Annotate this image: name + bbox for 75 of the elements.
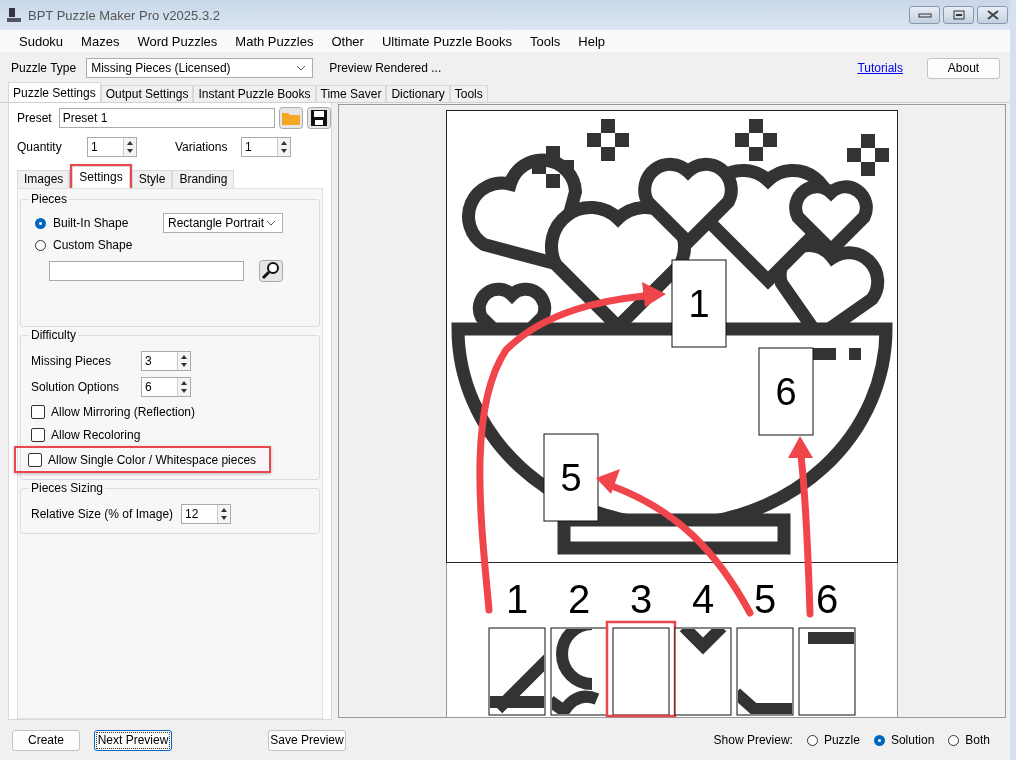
menu-item[interactable]: Word Puzzles: [128, 33, 227, 49]
number-spinner[interactable]: 1: [241, 137, 291, 157]
checkbox[interactable]: Allow Mirroring (Reflection): [31, 400, 311, 423]
menu-item[interactable]: Help: [569, 33, 615, 49]
close-button[interactable]: [977, 6, 1008, 24]
search-icon[interactable]: [259, 260, 283, 282]
puzzle-type-dropdown[interactable]: Missing Pieces (Licensed): [86, 58, 314, 78]
maximize-button[interactable]: [943, 6, 974, 24]
close-icon: [985, 10, 1000, 20]
variations-label: Variations: [175, 140, 229, 154]
menu-item[interactable]: Ultimate Puzzle Books: [372, 33, 521, 49]
group-title: Pieces: [29, 192, 70, 206]
tab[interactable]: Dictionary: [386, 85, 450, 102]
group-title: Pieces Sizing: [29, 481, 106, 495]
puzzle-type-label: Puzzle Type: [11, 61, 77, 75]
menu-item[interactable]: Sudoku: [10, 33, 73, 49]
tab[interactable]: Settings: [72, 166, 130, 188]
setting-label: Solution Options: [31, 380, 121, 394]
create-button[interactable]: Create: [12, 729, 80, 751]
number-spinner[interactable]: 3: [141, 351, 191, 371]
maximize-icon: [951, 10, 966, 20]
app-icon: [6, 7, 22, 23]
tab[interactable]: Instant Puzzle Books: [193, 85, 316, 102]
save-icon[interactable]: [307, 107, 331, 129]
option-number: 4: [691, 577, 715, 621]
option-number: 2: [567, 577, 591, 621]
option-number: 3: [629, 577, 653, 621]
save-preview-button[interactable]: Save Preview: [268, 729, 346, 751]
piece-fragment-drawing: [808, 632, 854, 644]
minimize-icon: [917, 11, 932, 19]
tab[interactable]: Tools: [449, 85, 488, 102]
piece-fragment-drawing: [738, 688, 792, 714]
tab[interactable]: Images: [17, 170, 71, 188]
next-preview-button[interactable]: Next Preview: [94, 729, 172, 751]
option-number: 6: [815, 577, 839, 621]
window-title: BPT Puzzle Maker Pro v2025.3.2: [28, 7, 220, 23]
setting-label: Missing Pieces: [31, 354, 113, 368]
preset-field[interactable]: Preset 1: [58, 108, 275, 128]
group-title: Difficulty: [29, 328, 79, 342]
shape-dropdown[interactable]: Rectangle Portrait: [163, 213, 283, 233]
quantity-label: Quantity: [17, 140, 63, 154]
number-spinner[interactable]: 6: [141, 377, 191, 397]
piece-number: 5: [560, 457, 582, 499]
checkbox[interactable]: Allow Single Color / Whitespace pieces: [28, 448, 269, 471]
checkbox[interactable]: Allow Recoloring: [31, 423, 311, 446]
option-number: 1: [505, 577, 529, 621]
menu-item[interactable]: Tools: [521, 33, 570, 49]
caret-icon: [296, 65, 307, 71]
caret-icon: [266, 220, 276, 226]
tutorials-link[interactable]: Tutorials: [857, 61, 903, 75]
radio-button[interactable]: Both: [948, 729, 990, 751]
tab[interactable]: Output Settings: [100, 85, 194, 102]
radio-button[interactable]: Puzzle: [806, 729, 860, 751]
option-number: 5: [753, 577, 777, 621]
piece-number: 6: [775, 371, 797, 413]
status-text: Preview Rendered ...: [329, 61, 442, 75]
menu-item[interactable]: Math Puzzles: [226, 33, 323, 49]
tab[interactable]: Style: [131, 170, 173, 188]
tab[interactable]: Time Saver: [315, 85, 387, 102]
number-spinner[interactable]: 1: [87, 137, 137, 157]
radio-button[interactable]: Built-In Shape: [35, 212, 129, 234]
show-preview-label: Show Preview:: [713, 733, 793, 747]
radio-button[interactable]: Custom Shape: [35, 234, 311, 256]
custom-shape-field[interactable]: [49, 261, 244, 281]
setting-label: Relative Size (% of Image): [31, 507, 174, 521]
tab[interactable]: Puzzle Settings: [8, 82, 101, 102]
piece-fragment-drawing: [679, 629, 727, 655]
piece-number: 1: [688, 283, 710, 325]
tab[interactable]: Branding: [172, 170, 235, 188]
menu-item[interactable]: Mazes: [72, 33, 129, 49]
number-spinner[interactable]: 12: [181, 504, 232, 524]
menu-item[interactable]: Other: [322, 33, 373, 49]
radio-button[interactable]: Solution: [873, 729, 935, 751]
about-button[interactable]: About: [927, 57, 1000, 79]
preset-label: Preset: [17, 111, 52, 125]
